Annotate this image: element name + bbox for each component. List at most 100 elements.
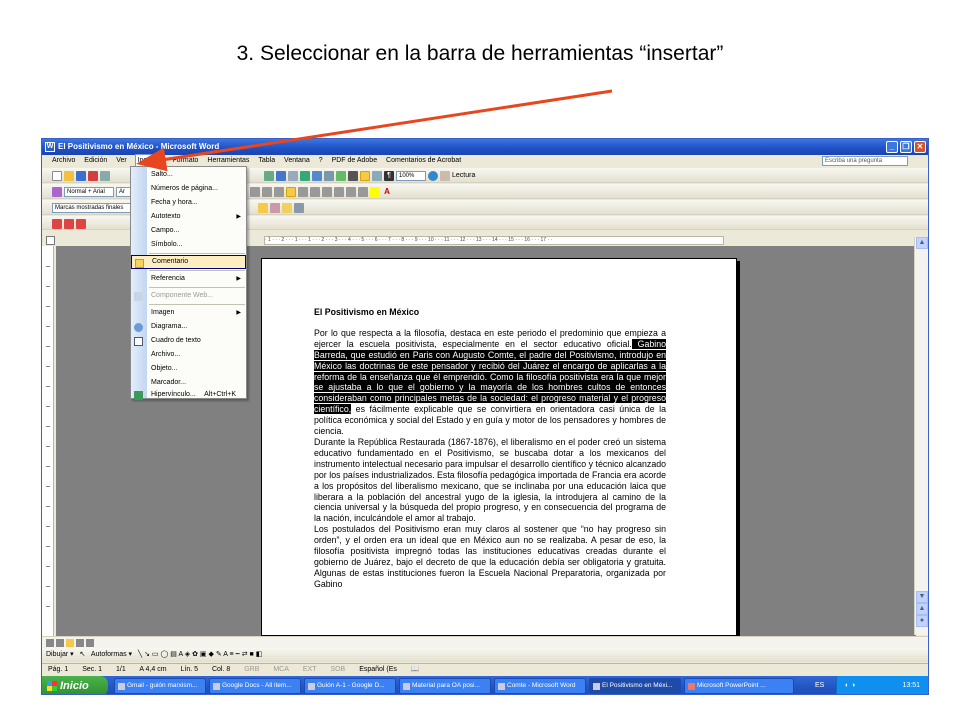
- menu-item-comentario[interactable]: Comentario: [131, 255, 246, 269]
- language-indicator[interactable]: ES: [815, 676, 824, 694]
- select-objects-icon[interactable]: ↖: [79, 651, 85, 658]
- rectangle-icon[interactable]: ▭: [152, 651, 159, 658]
- line-color-icon[interactable]: ✎: [216, 651, 222, 658]
- scroll-down-icon[interactable]: ▼: [916, 591, 928, 603]
- menu-item-salto[interactable]: Salto...: [131, 168, 246, 182]
- textbox-icon[interactable]: ▤: [170, 651, 177, 658]
- new-comment-icon[interactable]: [258, 202, 268, 213]
- outline-view-icon[interactable]: [76, 639, 84, 647]
- task-positivismo-word[interactable]: El Positivismo en Méxi...: [589, 678, 681, 694]
- arrow-tool-icon[interactable]: ↘: [144, 651, 150, 658]
- highlight-icon[interactable]: [370, 186, 380, 197]
- menu-ventana[interactable]: Ventana: [284, 155, 310, 167]
- document-page[interactable]: El Positivismo en México Por lo que resp…: [261, 258, 737, 636]
- print-icon[interactable]: [100, 170, 110, 181]
- task-material[interactable]: Material para OA posi...: [399, 678, 491, 694]
- browse-object-icon[interactable]: ●: [916, 615, 928, 627]
- menu-archivo[interactable]: Archivo: [52, 155, 75, 167]
- draw-menu-button[interactable]: Dibujar: [46, 651, 68, 658]
- line-icon[interactable]: ╲: [138, 651, 142, 658]
- normal-view-icon[interactable]: [46, 639, 54, 647]
- menu-item-referencia[interactable]: Referencia ▶: [131, 272, 246, 286]
- align-left-icon[interactable]: [250, 186, 260, 197]
- menu-pdf-adobe[interactable]: PDF de Adobe: [332, 155, 378, 167]
- align-right-icon[interactable]: [274, 186, 284, 197]
- close-icon[interactable]: ✕: [914, 141, 926, 153]
- highlight-changes-icon[interactable]: [282, 202, 292, 213]
- menu-item-diagrama[interactable]: Diagrama...: [131, 320, 246, 334]
- font-color-draw-icon[interactable]: A: [223, 651, 227, 658]
- document-text[interactable]: El Positivismo en México Por lo que resp…: [314, 307, 666, 590]
- redo-icon[interactable]: [288, 170, 298, 181]
- restore-icon[interactable]: ❐: [900, 141, 912, 153]
- format-painter-icon[interactable]: [264, 170, 274, 181]
- styles-pane-icon[interactable]: [52, 186, 62, 197]
- acrobat-pdf-icon[interactable]: [52, 218, 62, 229]
- autoshapes-button[interactable]: Autoformas: [91, 651, 127, 658]
- status-mca[interactable]: MCA: [273, 666, 289, 673]
- minimize-icon[interactable]: _: [886, 141, 898, 153]
- border-icon[interactable]: [358, 186, 368, 197]
- scroll-up-icon[interactable]: ▲: [916, 237, 928, 249]
- task-gmail[interactable]: Gmail - guión marxism...: [114, 678, 206, 694]
- permission-icon[interactable]: [88, 170, 98, 181]
- decrease-indent-icon[interactable]: [334, 186, 344, 197]
- web-view-icon[interactable]: [56, 639, 64, 647]
- menu-comentarios-acrobat[interactable]: Comentarios de Acrobat: [386, 155, 461, 167]
- hyperlink-icon[interactable]: [300, 170, 310, 181]
- open-folder-icon[interactable]: [64, 170, 74, 181]
- menu-item-imagen[interactable]: Imagen ▶: [131, 306, 246, 320]
- document-map-icon[interactable]: [372, 170, 382, 181]
- previous-page-icon[interactable]: ▲: [916, 603, 928, 615]
- align-center-icon[interactable]: [262, 186, 272, 197]
- status-ext[interactable]: EXT: [303, 666, 317, 673]
- status-grb[interactable]: GRB: [244, 666, 259, 673]
- acrobat-email-icon[interactable]: [64, 218, 74, 229]
- menu-item-autotexto[interactable]: Autotexto ▶: [131, 210, 246, 224]
- reviewing-pane-icon[interactable]: [294, 202, 304, 213]
- menu-help[interactable]: ?: [319, 155, 323, 167]
- markup-select[interactable]: Marcas mostradas finales: [52, 202, 134, 213]
- justify-icon[interactable]: [286, 186, 296, 197]
- save-icon[interactable]: [76, 170, 86, 181]
- increase-indent-icon[interactable]: [346, 186, 356, 197]
- menu-item-marcador[interactable]: Marcador...: [131, 376, 246, 390]
- menu-tabla[interactable]: Tabla: [258, 155, 275, 167]
- drawing-icon[interactable]: [360, 170, 370, 181]
- wordart-icon[interactable]: A: [178, 651, 182, 658]
- print-view-icon[interactable]: [66, 639, 74, 647]
- task-comte-word[interactable]: Comte - Microsoft Word: [494, 678, 586, 694]
- clipart-icon[interactable]: ✿: [192, 651, 198, 658]
- task-google-docs[interactable]: Google Docs - All item...: [209, 678, 301, 694]
- menu-item-fecha-hora[interactable]: Fecha y hora...: [131, 196, 246, 210]
- numbering-icon[interactable]: [310, 186, 320, 197]
- font-color-icon[interactable]: A: [382, 187, 392, 197]
- tables-icon[interactable]: [312, 170, 322, 181]
- tab-stop-icon[interactable]: [46, 236, 55, 245]
- track-changes-icon[interactable]: [270, 202, 280, 213]
- bullets-icon[interactable]: [322, 186, 332, 197]
- diagram-icon[interactable]: ◈: [185, 651, 190, 658]
- oval-icon[interactable]: ◯: [160, 651, 168, 658]
- arrow-style-icon[interactable]: ⇄: [242, 651, 248, 658]
- selected-text[interactable]: Gabino Barreda, que estudió en Paris con…: [314, 338, 666, 415]
- new-document-icon[interactable]: [52, 170, 62, 181]
- fill-color-icon[interactable]: ◆: [208, 651, 213, 658]
- show-hide-icon[interactable]: ¶: [384, 170, 394, 181]
- menu-edicion[interactable]: Edición: [84, 155, 107, 167]
- 3d-icon[interactable]: ◧: [256, 651, 263, 658]
- excel-icon[interactable]: [336, 170, 346, 181]
- menu-item-campo[interactable]: Campo...: [131, 224, 246, 238]
- acrobat-review-icon[interactable]: [76, 218, 86, 229]
- dash-style-icon[interactable]: ┅: [236, 651, 240, 658]
- line-style-icon[interactable]: ≡: [230, 651, 234, 658]
- line-spacing-icon[interactable]: [298, 186, 308, 197]
- tray-icons[interactable]: ◐ ◑: [845, 676, 855, 694]
- style-select[interactable]: Normal + Arial: [64, 186, 114, 197]
- menu-item-cuadro-texto[interactable]: Cuadro de texto: [131, 334, 246, 348]
- menu-item-simbolo[interactable]: Símbolo...: [131, 238, 246, 252]
- menu-item-objeto[interactable]: Objeto...: [131, 362, 246, 376]
- vertical-scrollbar[interactable]: ▲ ▼ ▲ ●: [914, 237, 928, 635]
- horizontal-scrollbar[interactable]: [42, 636, 928, 648]
- menu-item-archivo[interactable]: Archivo...: [131, 348, 246, 362]
